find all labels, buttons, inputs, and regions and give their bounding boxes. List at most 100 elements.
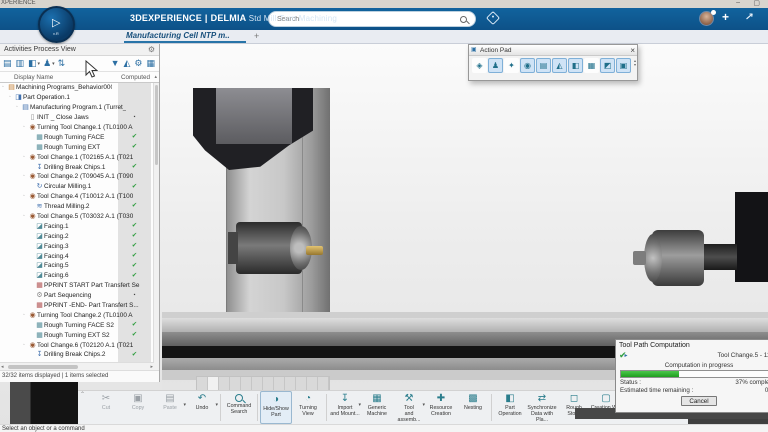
ribbon-tab[interactable] (208, 377, 219, 390)
action-pad-titlebar[interactable]: ▣ Action Pad × (469, 45, 637, 56)
ribbon-button[interactable]: ✂ Cut (90, 391, 122, 424)
action-pad-button[interactable]: ◈ (472, 58, 487, 73)
add-content-icon[interactable]: + (722, 10, 729, 24)
ribbon-button[interactable]: Command Search (223, 391, 255, 424)
action-pad-button[interactable]: ♟ (488, 58, 503, 73)
tree-row[interactable]: ◦ ◉ Tool Change.6 (T02120 A.1 (T02120.1.… (0, 340, 154, 350)
action-pad-button[interactable]: ▣ (616, 58, 631, 73)
column-computed[interactable]: Computed (121, 74, 150, 81)
ribbon-tab[interactable] (318, 377, 329, 390)
ribbon-button[interactable]: ▣ Copy (122, 391, 154, 424)
action-pad-button[interactable]: ✦ (504, 58, 519, 73)
tree-row[interactable]: ▦ Rough Turning EXT (0, 142, 154, 152)
tree-row[interactable]: ◦ ▤ Manufacturing Program.1 (Turret_Mill… (0, 103, 154, 113)
ribbon-tab[interactable] (230, 377, 241, 390)
action-pad-button[interactable]: ▤ (536, 58, 551, 73)
tree-row[interactable]: ▦ PPRINT START Part Transfert Se... (0, 281, 154, 291)
ribbon-button[interactable]: ⇄ Synchronize Data with Pla... (526, 391, 558, 424)
ribbon-tab[interactable] (241, 377, 252, 390)
action-pad-button[interactable]: ◩ (600, 58, 615, 73)
ribbon-tab[interactable] (252, 377, 263, 390)
tree-row[interactable]: ◪ Facing.2 (0, 231, 154, 241)
compass-logo[interactable]: ▷ v.R (38, 6, 75, 43)
action-pad-button[interactable]: ◭ (552, 58, 567, 73)
ribbon-button[interactable]: ✚ Resource Creation (425, 391, 457, 424)
tree-row[interactable]: ◪ Facing.1 (0, 221, 154, 231)
panel-toolbar-button[interactable]: ♟ ▾ (43, 57, 55, 70)
computed-status-icon (118, 253, 151, 260)
tree-row[interactable]: ◦ ▤ Machining Programs_Behavior00000713 … (0, 83, 154, 93)
horizontal-scrollbar[interactable]: ◂ ▸ (0, 362, 154, 370)
ribbon-button[interactable]: ◔ Turning View (292, 391, 324, 424)
ribbon-button[interactable]: ▩ Nesting (457, 391, 489, 424)
dropdown-caret[interactable]: ▾ (215, 402, 218, 408)
ribbon-button[interactable]: ↧ ▾ Import and Mount... (329, 391, 361, 424)
panel-toolbar-button[interactable]: ◭ (123, 57, 131, 70)
tree-row[interactable]: ▦ Rough Turning FACE S2 (0, 320, 154, 330)
active-document-tab[interactable]: Manufacturing Cell NTP m.. (126, 31, 230, 40)
tree-row[interactable]: ◪ Facing.4 (0, 251, 154, 261)
ribbon-button[interactable]: ▤ ▾ Paste (154, 391, 186, 424)
column-display-name[interactable]: Display Name (14, 74, 53, 81)
tree-row[interactable]: ◦ ◉ Turning Tool Change.2 (TL0100 A.1 ..… (0, 310, 154, 320)
tree-row[interactable]: ◦ ◉ Tool Change.2 (T09045 A.1 (T09045.1.… (0, 172, 154, 182)
cancel-button[interactable]: Cancel (681, 396, 717, 406)
action-pad-button[interactable]: ▦ (584, 58, 599, 73)
ribbon-tab[interactable] (219, 377, 230, 390)
ribbon-button[interactable]: ▦ Generic Machine (361, 391, 393, 424)
panel-options-gear-icon[interactable]: ⚙ (148, 45, 155, 54)
action-pad-button[interactable]: ◉ (520, 58, 535, 73)
panel-toolbar-button[interactable] (107, 57, 108, 70)
tree-row[interactable]: ≋ Thread Milling.2 (0, 202, 154, 212)
tree-row[interactable]: ↧ Drilling Break Chips.2 (0, 350, 154, 360)
close-icon[interactable]: × (630, 46, 635, 55)
tree-row[interactable]: ◪ Facing.5 (0, 261, 154, 271)
panel-toolbar-button[interactable]: ⇅ (58, 57, 67, 70)
tree-row[interactable]: ▦ Rough Turning FACE (0, 132, 154, 142)
ribbon-tab[interactable] (274, 377, 285, 390)
tree-row[interactable]: ◦ ◉ Tool Change.1 (T02165 A.1 (T02165.1.… (0, 152, 154, 162)
minimize-button[interactable]: – (736, 0, 740, 6)
new-tab-button[interactable]: + (254, 31, 259, 41)
search-icon[interactable] (460, 15, 467, 23)
ribbon-tab[interactable] (263, 377, 274, 390)
tree-row[interactable]: ▯ INIT _ Close Jaws (0, 113, 154, 123)
panel-toolbar-button[interactable]: ⚙ (134, 57, 143, 70)
tree-row[interactable]: ◦ ◉ Tool Change.5 (T03032 A.1 (T03032.1.… (0, 212, 154, 222)
panel-toolbar-button[interactable]: ▦ (146, 57, 156, 70)
ribbon-tab[interactable] (296, 377, 307, 390)
tree-row[interactable]: ◪ Facing.3 (0, 241, 154, 251)
dropdown-caret[interactable]: ▾ (38, 61, 41, 67)
ribbon-tab[interactable] (285, 377, 296, 390)
ribbon-button[interactable]: ◧ Part Operation (494, 391, 526, 424)
ribbon-button[interactable]: ◑ Hide/Show Part (260, 391, 292, 424)
panel-toolbar-button[interactable]: ▤ (3, 57, 13, 70)
action-pad-scroll[interactable]: ▴ ▾ (634, 58, 636, 68)
maximize-button[interactable]: ▢ (753, 0, 760, 7)
scrollbar-thumb[interactable] (8, 365, 78, 369)
tree-row[interactable]: ▦ PPRINT -END- Part Transfert S... (0, 301, 154, 311)
tree-row[interactable]: ↧ Drilling Break Chips.1 (0, 162, 154, 172)
panel-toolbar-button[interactable]: ◧ ▾ (28, 57, 40, 70)
tree-row[interactable]: ◦ ◨ Part Operation.1 (0, 93, 154, 103)
machining-programs-icon: ▤ (8, 84, 15, 92)
vertical-scrollbar[interactable] (153, 83, 159, 370)
ribbon-button[interactable]: ⚒ ▾ Tool and assemb... (393, 391, 425, 424)
tree-row[interactable]: ◪ Facing.6 (0, 271, 154, 281)
sort-icon[interactable]: ▴ (154, 74, 157, 80)
scrollbar-thumb[interactable] (155, 85, 158, 165)
tree-row[interactable]: ◦ ◉ Turning Tool Change.1 (TL0100 A.1 ..… (0, 123, 154, 133)
ribbon-button[interactable]: ↶ ▾ Undo (186, 391, 218, 424)
tree-row[interactable]: ▦ Rough Turning EXT S2 (0, 330, 154, 340)
tree-row[interactable]: ↻ Circular Milling.1 (0, 182, 154, 192)
dropdown-caret[interactable]: ▾ (52, 61, 55, 67)
tree-row[interactable]: ◦ ◉ Tool Change.4 (T10012 A.1 (T10012.1.… (0, 192, 154, 202)
ribbon-collapse-icon[interactable]: ⌃ (80, 391, 85, 398)
panel-toolbar-button[interactable]: ▥ (16, 57, 26, 70)
tree-row[interactable]: ⚙ Part Sequencing (0, 291, 154, 301)
ribbon-tab[interactable] (307, 377, 318, 390)
ribbon-tab[interactable] (197, 377, 208, 390)
share-icon[interactable]: ↗ (744, 12, 754, 23)
action-pad-button[interactable]: ◧ (568, 58, 583, 73)
panel-toolbar-button[interactable]: ▼ (111, 57, 121, 70)
